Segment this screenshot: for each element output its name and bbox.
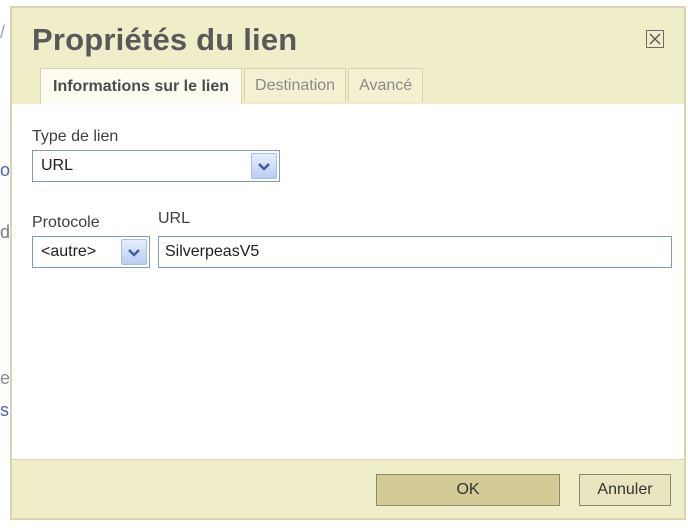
cancel-button[interactable]: Annuler bbox=[579, 474, 671, 506]
chevron-down-icon bbox=[128, 249, 140, 257]
link-type-value: URL bbox=[41, 157, 74, 174]
link-type-select[interactable]: URL bbox=[32, 150, 280, 182]
link-properties-dialog: Propriétés du lien Informations sur le l… bbox=[10, 6, 686, 520]
dialog-header: Propriétés du lien Informations sur le l… bbox=[12, 8, 684, 105]
background-link: s bbox=[0, 400, 9, 420]
close-icon bbox=[649, 33, 661, 45]
link-type-dropdown-button[interactable] bbox=[251, 153, 277, 179]
tab-link-info[interactable]: Informations sur le lien bbox=[40, 68, 243, 104]
dialog-footer: OK Annuler bbox=[12, 459, 684, 518]
background-text: d bbox=[0, 222, 11, 242]
tab-bar: Informations sur le lien Destination Ava… bbox=[40, 68, 425, 104]
background-link: o bbox=[0, 160, 11, 180]
ok-button[interactable]: OK bbox=[376, 474, 560, 506]
tab-destination[interactable]: Destination bbox=[244, 68, 347, 102]
background-text: / bbox=[0, 22, 6, 42]
tab-advanced[interactable]: Avancé bbox=[348, 68, 424, 102]
url-value: SilverpeasV5 bbox=[165, 243, 260, 260]
protocol-label: Protocole bbox=[32, 214, 100, 231]
protocol-dropdown-button[interactable] bbox=[121, 239, 147, 265]
url-input[interactable]: SilverpeasV5 bbox=[158, 236, 672, 268]
url-label: URL bbox=[158, 210, 191, 227]
protocol-select[interactable]: <autre> bbox=[32, 236, 150, 268]
background-text: e bbox=[0, 368, 11, 388]
dialog-title: Propriétés du lien bbox=[32, 22, 298, 57]
protocol-value: <autre> bbox=[41, 243, 97, 260]
chevron-down-icon bbox=[258, 163, 270, 171]
close-button[interactable] bbox=[646, 30, 664, 48]
tab-panel: Type de lien URL Protocole URL <autre> S… bbox=[12, 104, 684, 460]
link-type-label: Type de lien bbox=[32, 128, 119, 145]
